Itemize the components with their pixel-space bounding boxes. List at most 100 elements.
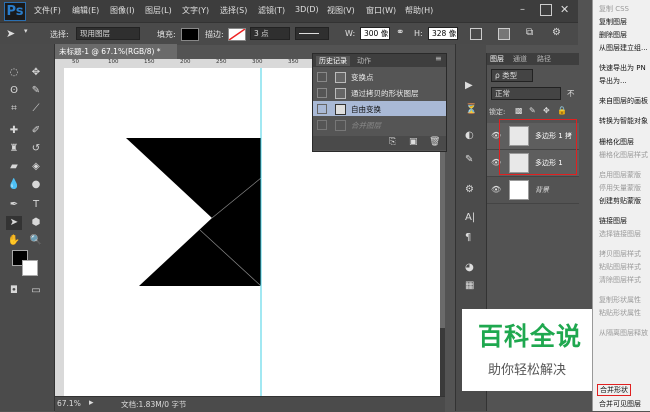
path-operations-icon[interactable] xyxy=(470,28,482,40)
paragraph-icon[interactable]: ¶ xyxy=(465,232,471,243)
lasso-icon[interactable]: ʘ xyxy=(6,84,22,98)
menu-item-paste-style[interactable]: 粘贴图层样式 xyxy=(599,262,641,272)
menu-help[interactable]: 帮助(H) xyxy=(405,5,433,16)
menu-item-rasterize-layer[interactable]: 栅格化图层 xyxy=(599,137,634,147)
crop-icon[interactable]: ⌗ xyxy=(6,102,22,116)
camera-icon[interactable]: ▣ xyxy=(409,137,418,147)
layer-filter-dropdown[interactable]: ρ 类型 xyxy=(491,69,533,82)
menu-item-link-layers[interactable]: 链接图层 xyxy=(599,216,627,226)
snapshot-checkbox[interactable] xyxy=(317,88,327,98)
lock-transparent-icon[interactable]: ▩ xyxy=(515,106,523,115)
pen-icon[interactable]: ✒ xyxy=(6,198,22,212)
lock-position-icon[interactable]: ✥ xyxy=(543,106,550,115)
move-tool-icon[interactable]: ✥ xyxy=(28,66,44,80)
path-alignment-icon[interactable] xyxy=(498,28,510,40)
menu-item-clear-style[interactable]: 清除图层样式 xyxy=(599,275,641,285)
shape-tool-icon[interactable]: ⬢ xyxy=(28,216,44,230)
layer-row[interactable]: 👁 背景 xyxy=(487,177,579,204)
fill-swatch[interactable] xyxy=(181,28,199,41)
tab-layers[interactable]: 图层 xyxy=(490,54,504,64)
tab-paths[interactable]: 路径 xyxy=(537,54,551,64)
stroke-swatch[interactable] xyxy=(228,28,246,41)
document-tab[interactable]: 未标题-1 @ 67.1%(RGB/8) * xyxy=(55,44,177,59)
menu-item-disable-vector-mask[interactable]: 停用矢量蒙版 xyxy=(599,183,641,193)
minimize-icon[interactable]: – xyxy=(520,4,532,16)
character-icon[interactable]: A| xyxy=(465,212,475,223)
swatches-icon[interactable]: ▦ xyxy=(465,280,474,291)
path-select-icon[interactable]: ➤ xyxy=(6,216,22,230)
menu-item-convert-smart-object[interactable]: 转换为智能对象 xyxy=(599,116,648,126)
move-arrow-icon[interactable]: ➤ xyxy=(6,27,15,40)
status-arrow-icon[interactable]: ▸ xyxy=(89,398,94,408)
menu-item-enable-mask[interactable]: 启用图层蒙版 xyxy=(599,170,641,180)
menu-item-copy-css[interactable]: 复制 CSS xyxy=(599,4,629,14)
menu-item-release-isolation[interactable]: 从隔离图层释放 xyxy=(599,328,648,338)
tab-channels[interactable]: 通道 xyxy=(513,54,527,64)
menu-item-paste-shape-attrs[interactable]: 粘贴形状属性 xyxy=(599,308,641,318)
adjustments-icon[interactable]: ◐ xyxy=(465,130,474,141)
width-field[interactable]: 300 像 xyxy=(360,27,390,40)
menu-item-group-from-layers[interactable]: 从图层建立组... xyxy=(599,43,648,53)
lock-all-icon[interactable]: 🔒 xyxy=(557,106,567,115)
background-color-swatch[interactable] xyxy=(22,260,38,276)
polygon-shape[interactable] xyxy=(126,138,261,286)
menu-item-merge-shapes[interactable]: 合并形状 xyxy=(597,384,631,396)
eraser-icon[interactable]: ▰ xyxy=(6,160,22,174)
stroke-type-dropdown[interactable] xyxy=(295,27,329,40)
brush-icon[interactable]: ✐ xyxy=(28,124,44,138)
menu-item-merge-visible[interactable]: 合并可见图层 xyxy=(599,399,641,409)
menu-view[interactable]: 视图(V) xyxy=(327,5,355,16)
menu-layer[interactable]: 图层(L) xyxy=(145,5,172,16)
paint-bucket-icon[interactable]: ◈ xyxy=(28,160,44,174)
maximize-icon[interactable] xyxy=(540,4,552,16)
blur-icon[interactable]: 💧 xyxy=(6,178,22,192)
eyedropper-icon[interactable]: ⟋ xyxy=(28,102,44,116)
styles-icon[interactable]: ◕ xyxy=(465,262,474,273)
zoom-level[interactable]: 67.1% xyxy=(57,399,81,408)
history-item-selected[interactable]: 自由变换 xyxy=(313,101,446,116)
menu-item-artboard-from-layers[interactable]: 来自图层的画板 xyxy=(599,96,648,106)
blend-mode-dropdown[interactable]: 正常 xyxy=(491,87,561,100)
menu-select[interactable]: 选择(S) xyxy=(220,5,247,16)
lock-paint-icon[interactable]: ✎ xyxy=(529,106,536,115)
link-icon[interactable]: ⚭ xyxy=(396,27,404,38)
path-arrangement-icon[interactable]: ⧉ xyxy=(526,27,533,38)
snapshot-checkbox[interactable] xyxy=(317,120,327,130)
history-item[interactable]: 变换点 xyxy=(313,69,446,84)
menu-item-clipping-mask[interactable]: 创建剪贴蒙版 xyxy=(599,196,641,206)
menu-item-delete-layer[interactable]: 删除图层 xyxy=(599,30,627,40)
quick-select-icon[interactable]: ✎ xyxy=(28,84,44,98)
tab-actions[interactable]: 动作 xyxy=(357,56,371,66)
menu-window[interactable]: 窗口(W) xyxy=(366,5,396,16)
panel-menu-icon[interactable]: ≡ xyxy=(435,54,442,63)
marquee-icon[interactable]: ◌ xyxy=(6,66,22,80)
menu-item-select-linked[interactable]: 选择链接图层 xyxy=(599,229,641,239)
clone-stamp-icon[interactable]: ♜ xyxy=(6,142,22,156)
healing-brush-icon[interactable]: ✚ xyxy=(6,124,22,138)
menu-3d[interactable]: 3D(D) xyxy=(295,5,319,14)
history-item[interactable]: 通过拷贝的形状图层 xyxy=(313,85,446,100)
hand-icon[interactable]: ✋ xyxy=(6,234,22,248)
stroke-width-field[interactable]: 3 点 xyxy=(250,27,290,40)
zoom-icon[interactable]: 🔍 xyxy=(28,234,44,248)
eye-icon[interactable]: 👁 xyxy=(491,185,501,194)
tab-history[interactable]: 历史记录 xyxy=(316,56,350,66)
menu-item-rasterize-style[interactable]: 栅格化图层样式 xyxy=(599,150,648,160)
gear-icon[interactable]: ⚙ xyxy=(552,27,561,38)
menu-item-duplicate-layer[interactable]: 复制图层 xyxy=(599,17,627,27)
close-icon[interactable]: ✕ xyxy=(560,3,569,16)
history-item-disabled[interactable]: 合并图层 xyxy=(313,117,446,132)
menu-type[interactable]: 文字(Y) xyxy=(182,5,209,16)
menu-item-copy-shape-attrs[interactable]: 复制形状属性 xyxy=(599,295,641,305)
history-icon[interactable]: ⏳ xyxy=(465,104,477,115)
menu-file[interactable]: 文件(F) xyxy=(34,5,61,16)
new-document-icon[interactable]: ⎘ xyxy=(389,137,396,147)
menu-edit[interactable]: 编辑(E) xyxy=(72,5,99,16)
history-brush-icon[interactable]: ↺ xyxy=(28,142,44,156)
height-field[interactable]: 328 像 xyxy=(428,27,458,40)
select-layer-dropdown[interactable]: 现用图层 xyxy=(76,27,140,40)
trash-icon[interactable]: 🗑 xyxy=(429,137,440,147)
screen-mode-icon[interactable]: ▭ xyxy=(28,284,44,298)
play-icon[interactable]: ▶ xyxy=(465,80,473,91)
text-tool-icon[interactable]: T xyxy=(28,198,44,212)
